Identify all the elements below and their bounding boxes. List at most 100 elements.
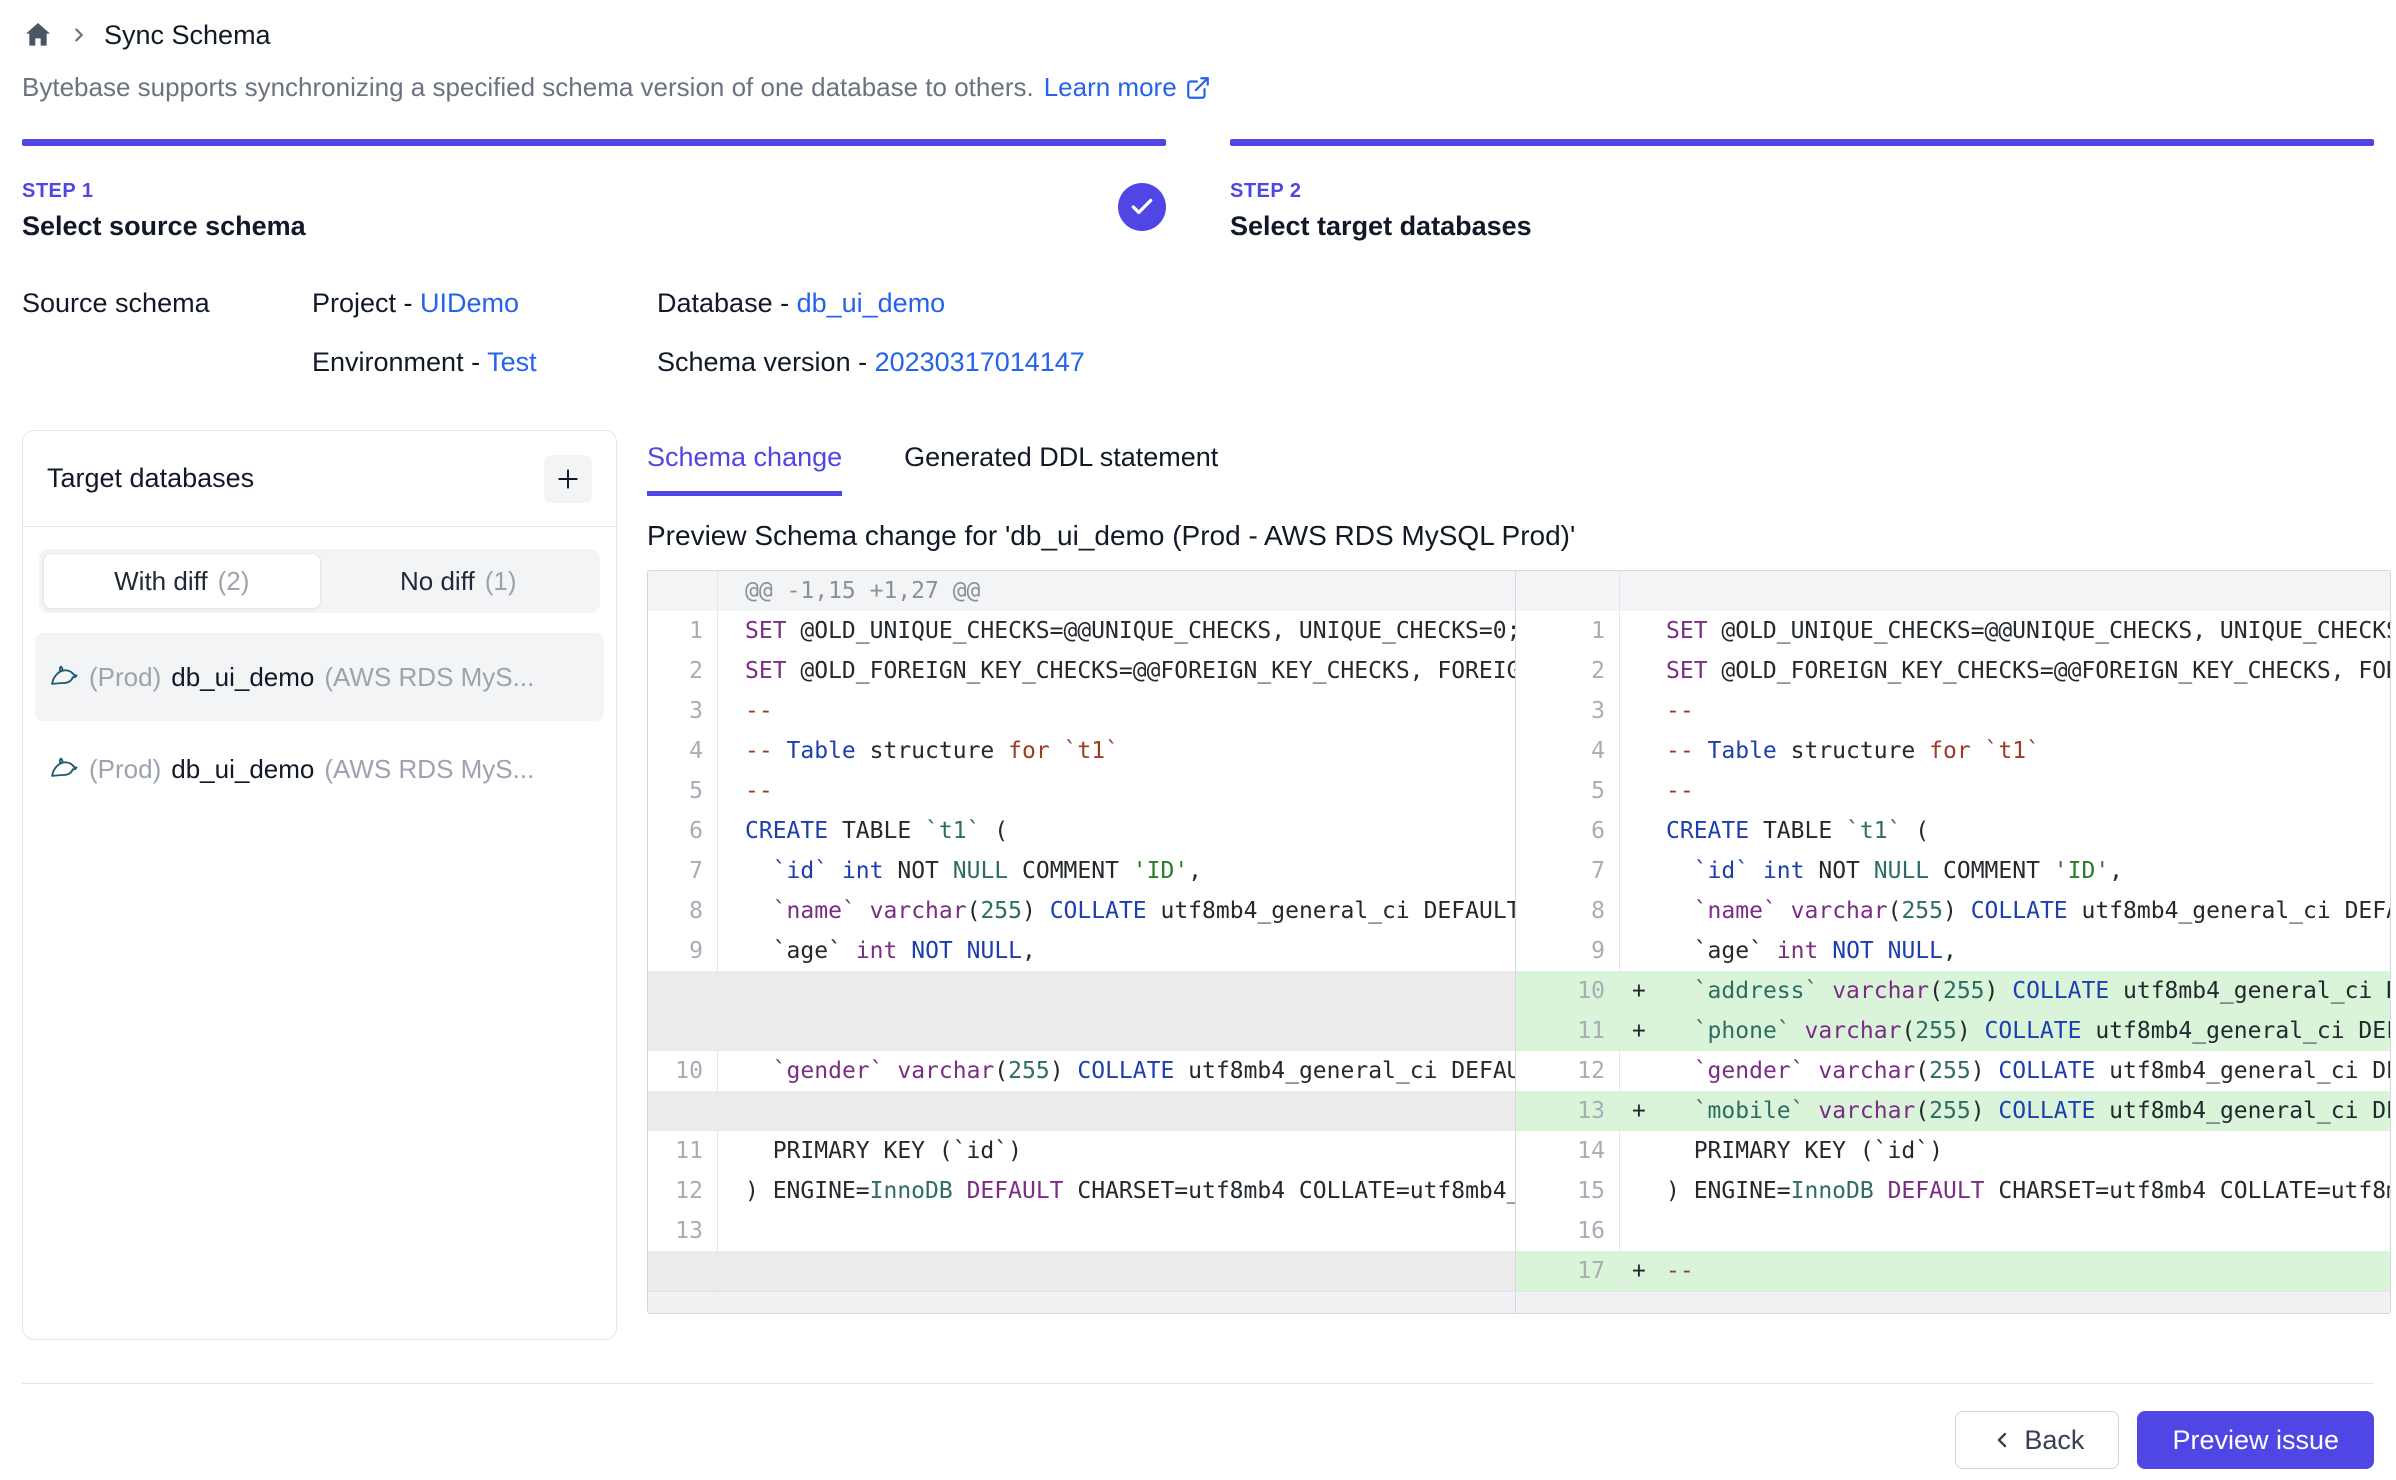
source-field-link[interactable]: Test [487, 347, 537, 377]
external-link-icon [1185, 75, 1211, 101]
diff-filter-tabs: With diff(2)No diff(1) [39, 549, 600, 613]
context-line: 5-- [648, 771, 1516, 811]
database-list-item[interactable]: (Prod)db_ui_demo(AWS RDS MyS... [35, 633, 604, 721]
code-line: `age` int NOT NULL, [718, 931, 1515, 971]
code-line: `phone` varchar(255) COLLATE utf8mb4_gen… [1666, 1011, 2390, 1051]
context-line: 12 `gender` varchar(255) COLLATE utf8mb4… [1516, 1051, 2390, 1091]
diff-row: 11 PRIMARY KEY (`id`)14 PRIMARY KEY (`id… [648, 1131, 2390, 1171]
added-marker [1620, 891, 1666, 931]
learn-more-link[interactable]: Learn more [1044, 72, 1211, 103]
breadcrumb: Sync Schema [22, 14, 2374, 56]
home-icon[interactable] [22, 19, 54, 51]
added-line: 13+ `mobile` varchar(255) COLLATE utf8mb… [1516, 1091, 2390, 1131]
code-line: -- [1666, 771, 2390, 811]
diff-hunk-header: @@ -1,15 +1,27 @@ [648, 571, 1516, 611]
context-line: 14 PRIMARY KEY (`id`) [1516, 1131, 2390, 1171]
line-number: 1 [648, 611, 718, 651]
line-number [648, 571, 718, 611]
db-instance: (AWS RDS MyS... [324, 662, 534, 693]
context-line: 6CREATE TABLE `t1` ( [648, 811, 1516, 851]
added-marker [1620, 611, 1666, 651]
context-line: 12) ENGINE=InnoDB DEFAULT CHARSET=utf8mb… [648, 1171, 1516, 1211]
source-field-project: Project - UIDemo [312, 288, 657, 319]
code-line: `gender` varchar(255) COLLATE utf8mb4_ge… [718, 1051, 1515, 1091]
source-field-link[interactable]: db_ui_demo [797, 288, 946, 318]
context-line: 7 `id` int NOT NULL COMMENT 'ID', [1516, 851, 2390, 891]
footer-divider [22, 1383, 2374, 1384]
code-line: SET @OLD_UNIQUE_CHECKS=@@UNIQUE_CHECKS, … [718, 611, 1515, 651]
back-button[interactable]: Back [1955, 1411, 2119, 1469]
step-1-label: STEP 1 [22, 180, 1166, 203]
context-line: 2SET @OLD_FOREIGN_KEY_CHECKS=@@FOREIGN_K… [1516, 651, 2390, 691]
tab-schema-change[interactable]: Schema change [647, 442, 842, 496]
added-marker [1620, 851, 1666, 891]
context-line: 1SET @OLD_UNIQUE_CHECKS=@@UNIQUE_CHECKS,… [1516, 611, 2390, 651]
add-database-button[interactable] [544, 455, 592, 503]
schema-content: Schema change Generated DDL statement Pr… [617, 430, 2391, 1340]
source-field-link[interactable]: UIDemo [420, 288, 519, 318]
learn-more-label: Learn more [1044, 72, 1177, 103]
context-line: 3-- [1516, 691, 2390, 731]
diff-row: 8 `name` varchar(255) COLLATE utf8mb4_ge… [648, 891, 2390, 931]
source-schema-label: Source schema [22, 288, 312, 378]
line-number: 7 [1516, 851, 1620, 891]
code-line [718, 1251, 1515, 1291]
code-line: -- Table structure for `t1` [718, 731, 1515, 771]
added-marker [1620, 651, 1666, 691]
source-field-link[interactable]: 20230317014147 [875, 347, 1085, 377]
tab-with-diff[interactable]: With diff(2) [43, 553, 321, 609]
line-number: 6 [648, 811, 718, 851]
line-number: 13 [648, 1211, 718, 1251]
database-list: (Prod)db_ui_demo(AWS RDS MyS... (Prod)db… [23, 623, 616, 823]
code-line: `id` int NOT NULL COMMENT 'ID', [718, 851, 1515, 891]
diff-row: 10 `gender` varchar(255) COLLATE utf8mb4… [648, 1051, 2390, 1091]
tab-no-diff[interactable]: No diff(1) [321, 553, 597, 609]
preview-title: Preview Schema change for 'db_ui_demo (P… [647, 520, 2391, 552]
code-line: `gender` varchar(255) COLLATE utf8mb4_ge… [1666, 1051, 2390, 1091]
line-number: 4 [648, 731, 718, 771]
line-number: 12 [1516, 1051, 1620, 1091]
line-number [648, 971, 718, 1011]
tab-generated-ddl[interactable]: Generated DDL statement [904, 442, 1218, 496]
diff-row: 13+ `mobile` varchar(255) COLLATE utf8mb… [648, 1091, 2390, 1131]
added-line: 17+-- [1516, 1251, 2390, 1291]
context-line: 16 [1516, 1211, 2390, 1251]
mysql-icon [49, 754, 79, 784]
horizontal-scrollbar[interactable] [648, 1291, 2390, 1313]
intro-text: Bytebase supports synchronizing a specif… [22, 72, 1034, 103]
database-list-item[interactable]: (Prod)db_ui_demo(AWS RDS MyS... [35, 725, 604, 813]
code-line [1666, 571, 2390, 611]
code-line: -- Table structure for `t1` [1666, 731, 2390, 771]
context-line: 11 PRIMARY KEY (`id`) [648, 1131, 1516, 1171]
line-number: 9 [1516, 931, 1620, 971]
mysql-icon [49, 662, 79, 692]
db-name: db_ui_demo [171, 754, 314, 785]
step-2-progress-bar [1230, 139, 2374, 146]
code-line: `name` varchar(255) COLLATE utf8mb4_gene… [1666, 891, 2390, 931]
step-1: STEP 1 Select source schema [22, 139, 1166, 242]
context-line: 9 `age` int NOT NULL, [648, 931, 1516, 971]
db-instance: (AWS RDS MyS... [324, 754, 534, 785]
source-schema-fields: Project - UIDemoDatabase - db_ui_demoEnv… [312, 288, 1085, 378]
context-line: 13 [648, 1211, 1516, 1251]
stepper: STEP 1 Select source schema STEP 2 Selec… [22, 139, 2374, 242]
added-marker: + [1620, 1251, 1666, 1291]
step-1-completed-badge [1118, 183, 1166, 231]
diff-row: @@ -1,15 +1,27 @@ [648, 571, 2390, 611]
diff-row: 11+ `phone` varchar(255) COLLATE utf8mb4… [648, 1011, 2390, 1051]
code-line: CREATE TABLE `t1` ( [1666, 811, 2390, 851]
code-line [718, 971, 1515, 1011]
code-line: PRIMARY KEY (`id`) [718, 1131, 1515, 1171]
plus-icon [555, 466, 581, 492]
source-schema-summary: Source schema Project - UIDemoDatabase -… [22, 288, 2374, 378]
page-title: Sync Schema [104, 20, 271, 51]
step-2-label: STEP 2 [1230, 180, 2374, 203]
context-line: 2SET @OLD_FOREIGN_KEY_CHECKS=@@FOREIGN_K… [648, 651, 1516, 691]
source-field-schema-version: Schema version - 20230317014147 [657, 347, 1085, 378]
check-icon [1129, 194, 1155, 220]
added-marker: + [1620, 971, 1666, 1011]
line-number: 11 [648, 1131, 718, 1171]
preview-issue-button[interactable]: Preview issue [2137, 1411, 2374, 1469]
context-line: 10 `gender` varchar(255) COLLATE utf8mb4… [648, 1051, 1516, 1091]
added-line: 11+ `phone` varchar(255) COLLATE utf8mb4… [1516, 1011, 2390, 1051]
